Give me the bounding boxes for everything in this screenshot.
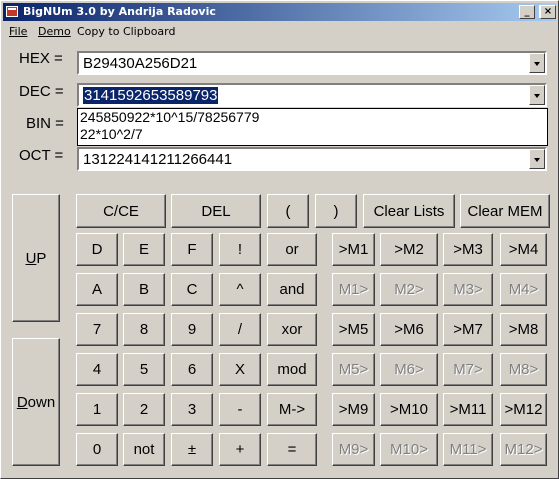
memory-store-4-button[interactable]: >M4 — [500, 233, 547, 266]
memory-store-2-button[interactable]: >M2 — [380, 233, 438, 266]
digit-3-button[interactable]: 3 — [171, 393, 213, 426]
memory-store-9-button[interactable]: >M9 — [332, 393, 375, 426]
memory-recall-11-button: M11> — [443, 433, 493, 466]
memory-store-12-button[interactable]: >M12 — [500, 393, 547, 426]
memory-recall-10-button: M10> — [380, 433, 438, 466]
xor-button[interactable]: xor — [267, 313, 317, 346]
down-button-accel: D — [16, 393, 28, 411]
digit-e-button[interactable]: E — [123, 233, 165, 266]
up-button[interactable]: UP — [12, 194, 60, 322]
title-bar[interactable]: BigNUm 3.0 by Andrija Radovic _ □ — [3, 3, 556, 21]
close-paren-button[interactable]: ) — [315, 194, 357, 228]
menu-file[interactable]: File — [9, 25, 27, 38]
digit-a-button[interactable]: A — [76, 273, 118, 306]
factorial-button[interactable]: ! — [219, 233, 261, 266]
digit-8-button[interactable]: 8 — [123, 313, 165, 346]
minimize-button[interactable]: _ — [519, 5, 535, 19]
dec-history-item[interactable]: 245850922*10^15/78256779 — [78, 109, 547, 126]
hex-value: B29430A256D21 — [83, 55, 198, 72]
oct-dropdown-arrow-icon[interactable] — [529, 149, 545, 169]
hex-dropdown-arrow-icon[interactable] — [529, 53, 545, 73]
digit-1-button[interactable]: 1 — [76, 393, 118, 426]
digit-f-button[interactable]: F — [171, 233, 213, 266]
memory-store-8-button[interactable]: >M8 — [500, 313, 547, 346]
dec-history-item[interactable]: 22*10^2/7 — [78, 126, 547, 143]
add-button[interactable]: + — [219, 433, 261, 466]
open-paren-button[interactable]: ( — [267, 194, 309, 228]
memory-recall-5-button: M5> — [332, 353, 375, 386]
up-button-accel: U — [25, 249, 37, 267]
menu-demo-label: Demo — [38, 25, 71, 38]
divide-button[interactable]: / — [219, 313, 261, 346]
subtract-button[interactable]: - — [219, 393, 261, 426]
digit-b-button[interactable]: B — [123, 273, 165, 306]
clear-entry-button[interactable]: C/CE — [76, 194, 166, 228]
plus-minus-button[interactable]: ± — [171, 433, 213, 466]
digit-7-button[interactable]: 7 — [76, 313, 118, 346]
mod-button[interactable]: mod — [267, 353, 317, 386]
memory-store-button[interactable]: M-> — [267, 393, 317, 426]
dec-combobox[interactable]: 3141592653589793 — [77, 83, 547, 107]
digit-4-button[interactable]: 4 — [76, 353, 118, 386]
clear-lists-button[interactable]: Clear Lists — [363, 194, 455, 228]
menu-demo[interactable]: Demo — [38, 25, 71, 38]
digit-c-button[interactable]: C — [171, 273, 213, 306]
bin-label: BIN = — [26, 115, 64, 132]
memory-recall-1-button: M1> — [332, 273, 375, 306]
app-icon — [6, 6, 18, 17]
memory-recall-9-button: M9> — [332, 433, 375, 466]
dec-label: DEC = — [19, 83, 64, 100]
memory-store-5-button[interactable]: >M5 — [332, 313, 375, 346]
memory-recall-8-button: M8> — [500, 353, 547, 386]
dec-history-list: 245850922*10^15/78256779 22*10^2/7 — [77, 108, 548, 146]
memory-store-7-button[interactable]: >M7 — [443, 313, 493, 346]
down-button-label: own — [27, 393, 56, 411]
down-button[interactable]: Down — [12, 338, 60, 466]
memory-recall-12-button: M12> — [500, 433, 547, 466]
oct-combobox[interactable]: 131224141211266441 — [77, 147, 547, 171]
close-button[interactable]: × — [540, 5, 556, 19]
memory-store-11-button[interactable]: >M11 — [443, 393, 493, 426]
oct-value: 131224141211266441 — [83, 151, 233, 168]
oct-label: OCT = — [19, 147, 64, 164]
digit-5-button[interactable]: 5 — [123, 353, 165, 386]
memory-recall-4-button: M4> — [500, 273, 547, 306]
memory-store-6-button[interactable]: >M6 — [380, 313, 438, 346]
menu-file-label: File — [9, 25, 28, 38]
hex-combobox[interactable]: B29430A256D21 — [77, 51, 547, 75]
up-button-label: P — [36, 249, 47, 267]
memory-recall-7-button: M7> — [443, 353, 493, 386]
menu-copy-to-clipboard[interactable]: Copy to Clipboard — [77, 25, 175, 38]
delete-button[interactable]: DEL — [171, 194, 261, 228]
memory-recall-2-button: M2> — [380, 273, 438, 306]
equals-button[interactable]: = — [267, 433, 317, 466]
and-button[interactable]: and — [267, 273, 317, 306]
window-title: BigNUm 3.0 by Andrija Radovic — [23, 5, 216, 18]
memory-store-3-button[interactable]: >M3 — [443, 233, 493, 266]
bignum-window: BigNUm 3.0 by Andrija Radovic _ □ × File… — [0, 0, 559, 479]
memory-recall-3-button: M3> — [443, 273, 493, 306]
memory-recall-6-button: M6> — [380, 353, 438, 386]
multiply-button[interactable]: X — [219, 353, 261, 386]
dec-dropdown-arrow-icon[interactable] — [529, 85, 545, 105]
digit-0-button[interactable]: 0 — [76, 433, 118, 466]
clear-mem-button[interactable]: Clear MEM — [460, 194, 550, 228]
power-button[interactable]: ^ — [219, 273, 261, 306]
or-button[interactable]: or — [267, 233, 317, 266]
dec-value[interactable]: 3141592653589793 — [83, 87, 219, 104]
memory-store-10-button[interactable]: >M10 — [380, 393, 438, 426]
hex-label: HEX = — [19, 50, 63, 67]
digit-d-button[interactable]: D — [76, 233, 118, 266]
memory-store-1-button[interactable]: >M1 — [332, 233, 375, 266]
digit-9-button[interactable]: 9 — [171, 313, 213, 346]
digit-2-button[interactable]: 2 — [123, 393, 165, 426]
digit-6-button[interactable]: 6 — [171, 353, 213, 386]
not-button[interactable]: not — [123, 433, 165, 466]
